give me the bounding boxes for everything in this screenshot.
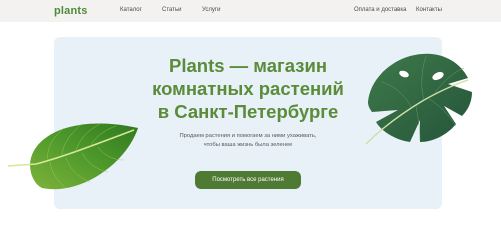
nav-link-services[interactable]: Услуги bbox=[202, 7, 220, 13]
ficus-leaf-icon bbox=[7, 123, 138, 190]
nav-link-catalog[interactable]: Каталог bbox=[120, 7, 142, 13]
logo[interactable]: plants bbox=[54, 5, 88, 17]
nav-link-contacts[interactable]: Контакты bbox=[416, 7, 442, 13]
monstera-leaf-icon bbox=[365, 53, 472, 145]
site-header: plants Каталог Статьи Услуги Оплата и до… bbox=[0, 0, 501, 22]
view-all-plants-button[interactable]: Посмотреть все растения bbox=[195, 171, 301, 189]
nav-link-articles[interactable]: Статьи bbox=[162, 7, 181, 13]
nav-link-payment-delivery[interactable]: Оплата и доставка bbox=[354, 7, 406, 13]
